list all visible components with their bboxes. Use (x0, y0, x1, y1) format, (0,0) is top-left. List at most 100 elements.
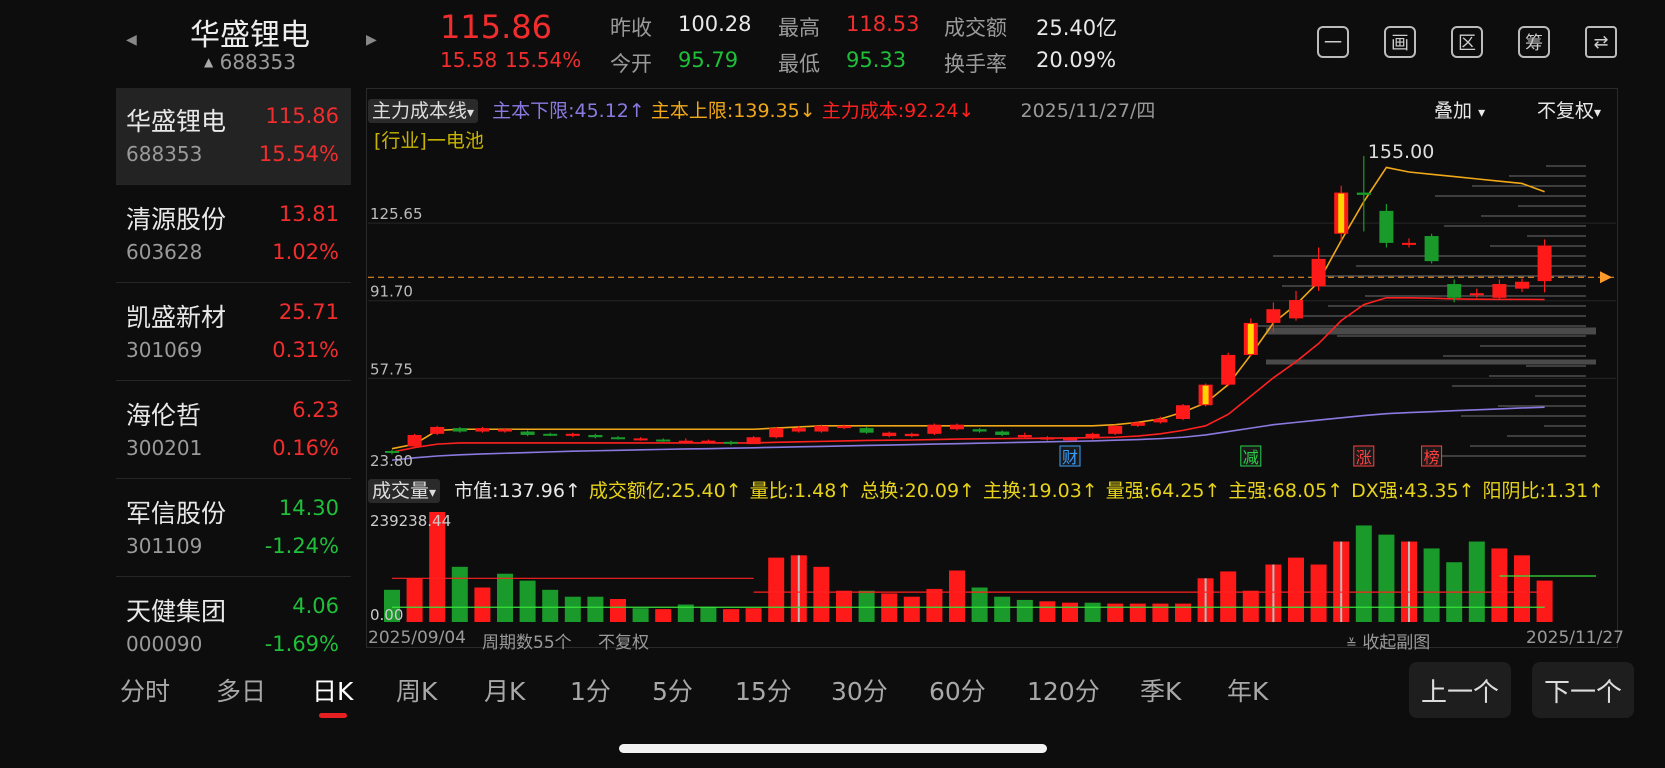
candlestick-chart[interactable]: 155.00 125.65 91.70 57.75 23.80 财 减 涨 榜 (368, 126, 1616, 468)
event-badge[interactable]: 榜 (1424, 448, 1440, 467)
prev-button[interactable]: 上一个 (1409, 662, 1511, 718)
period-tab[interactable]: 月K (484, 672, 525, 708)
volume-bar (497, 573, 513, 622)
watchlist-price: 13.81 (278, 202, 339, 226)
candle-body (1447, 284, 1462, 298)
candle-body (1040, 437, 1055, 440)
indicator-dropdown[interactable]: 主力成本线▾ (368, 99, 479, 123)
period-tab[interactable]: 120分 (1027, 672, 1100, 708)
volume-y-max: 239238.44 (370, 512, 451, 530)
sub-metric: 主强:68.05↑ (1228, 480, 1344, 502)
event-badge[interactable]: 财 (1062, 448, 1078, 467)
watchlist-name: 天健集团 (126, 597, 227, 626)
watchlist-pct: -1.69% (264, 632, 339, 652)
dropdown-arrow-icon: ▾ (429, 485, 437, 501)
watchlist-name: 华盛锂电 (126, 107, 227, 136)
volume-bar (768, 557, 785, 622)
candle-body (520, 431, 535, 435)
candle-body (1085, 433, 1100, 439)
signal-marker (1202, 385, 1209, 405)
region-icon[interactable]: 区 (1451, 26, 1483, 58)
sub-metric: 总换:20.09↑ (860, 480, 975, 502)
watchlist-item[interactable]: 清源股份 13.81 603628 1.02% (116, 186, 351, 283)
indicator-row: 主力成本线▾ 主本下限:45.12↑ 主本上限:139.35↓ 主力成本:92.… (368, 96, 1155, 123)
period-tab[interactable]: 年K (1227, 672, 1268, 708)
volume-bar (858, 590, 875, 622)
volume-bar (1242, 590, 1259, 622)
watchlist-pct: 0.31% (272, 338, 339, 362)
next-button[interactable]: 下一个 (1532, 662, 1634, 718)
collapse-icon: ≚ (1346, 637, 1357, 652)
rotate-screen-icon[interactable]: ⇄ (1585, 26, 1617, 58)
period-tab[interactable]: 分时 (120, 672, 170, 708)
candle-body (656, 439, 671, 442)
event-badge[interactable]: 减 (1243, 448, 1259, 467)
candle-body (452, 428, 467, 432)
chips-icon[interactable]: 筹 (1518, 26, 1550, 58)
minus-box-icon[interactable]: 一 (1317, 26, 1349, 58)
volume-bar (655, 609, 672, 622)
event-badge[interactable]: 涨 (1356, 448, 1372, 467)
watchlist-pct: -1.24% (264, 534, 339, 558)
current-price-marker (1600, 271, 1612, 284)
candle-body (1469, 293, 1484, 296)
volume-bar (406, 578, 423, 622)
overlay-dropdown[interactable]: 叠加 ▾ (1434, 96, 1485, 123)
volume-chart[interactable]: 239238.44 0.00 (368, 504, 1616, 624)
triangle-up-icon: ▲ (204, 55, 214, 69)
candle-body (1153, 418, 1168, 423)
watchlist-code: 688353 (126, 142, 203, 166)
dropdown-arrow-icon: ▾ (1594, 105, 1602, 121)
chart-date: 2025/11/27/四 (1020, 100, 1156, 122)
period-tab[interactable]: 60分 (929, 672, 986, 708)
adjust-dropdown[interactable]: 不复权▾ (1537, 96, 1601, 123)
period-tab[interactable]: 15分 (735, 672, 792, 708)
signal-marker (1247, 323, 1254, 354)
period-tab[interactable]: 30分 (831, 672, 888, 708)
period-tab[interactable]: 多日 (216, 672, 266, 708)
watchlist-name: 军信股份 (126, 499, 227, 528)
candle-body (588, 434, 603, 438)
candle-body (475, 428, 490, 432)
volume-y-min: 0.00 (370, 606, 403, 624)
candle-body (701, 440, 716, 443)
active-tab-indicator (319, 713, 347, 718)
watchlist-name: 凯盛新材 (126, 303, 227, 332)
prev-stock-arrow-icon[interactable]: ◀ (126, 32, 137, 48)
candle-body (769, 428, 784, 438)
volume-bar (1107, 603, 1124, 622)
upper-limit-line (391, 166, 1545, 450)
volume-bar (903, 596, 920, 622)
sub-metric: DX强:43.35↑ (1351, 480, 1475, 502)
next-stock-arrow-icon[interactable]: ▶ (366, 32, 377, 48)
volume-bar (1310, 564, 1327, 622)
sub-metric: 阳阴比:1.31↑ (1482, 480, 1605, 502)
watchlist-item[interactable]: 天健集团 4.06 000090 -1.69% (116, 578, 351, 652)
start-date: 2025/09/04 (368, 628, 466, 648)
watchlist-item[interactable]: 海伦哲 6.23 300201 0.16% (116, 382, 351, 479)
period-tab[interactable]: 季K (1140, 672, 1181, 708)
period-tab[interactable]: 1分 (570, 672, 611, 708)
draw-icon[interactable]: 画 (1384, 26, 1416, 58)
sub-indicator-dropdown[interactable]: 成交量▾ (368, 479, 441, 503)
watchlist-item[interactable]: 军信股份 14.30 301109 -1.24% (116, 480, 351, 577)
sub-metric: 量比:1.48↑ (749, 480, 853, 502)
price-change-pct: 15.54% (505, 48, 582, 72)
watchlist-price: 14.30 (278, 496, 339, 520)
volume-bar (1468, 541, 1485, 622)
volume-bar (1175, 603, 1191, 622)
watchlist-price: 115.86 (265, 104, 339, 128)
candle-body (1176, 405, 1190, 419)
watchlist-code: 301109 (126, 534, 203, 558)
collapse-subchart-button[interactable]: ≚ 收起副图 (1346, 628, 1430, 653)
watchlist-item[interactable]: 凯盛新材 25.71 301069 0.31% (116, 284, 351, 381)
period-tab[interactable]: 日K (312, 672, 353, 708)
period-tab[interactable]: 周K (396, 672, 437, 708)
sub-metric: 成交额亿:25.40↑ (588, 480, 742, 502)
volume-marker (1340, 541, 1343, 622)
volume-bar (723, 609, 739, 622)
period-tab[interactable]: 5分 (652, 672, 693, 708)
candle-body (1130, 422, 1145, 426)
watchlist-sidebar: 华盛锂电 115.86 688353 15.54% 清源股份 13.81 603628 1.0… (116, 88, 351, 652)
watchlist-item[interactable]: 华盛锂电 115.86 688353 15.54% (116, 88, 351, 185)
